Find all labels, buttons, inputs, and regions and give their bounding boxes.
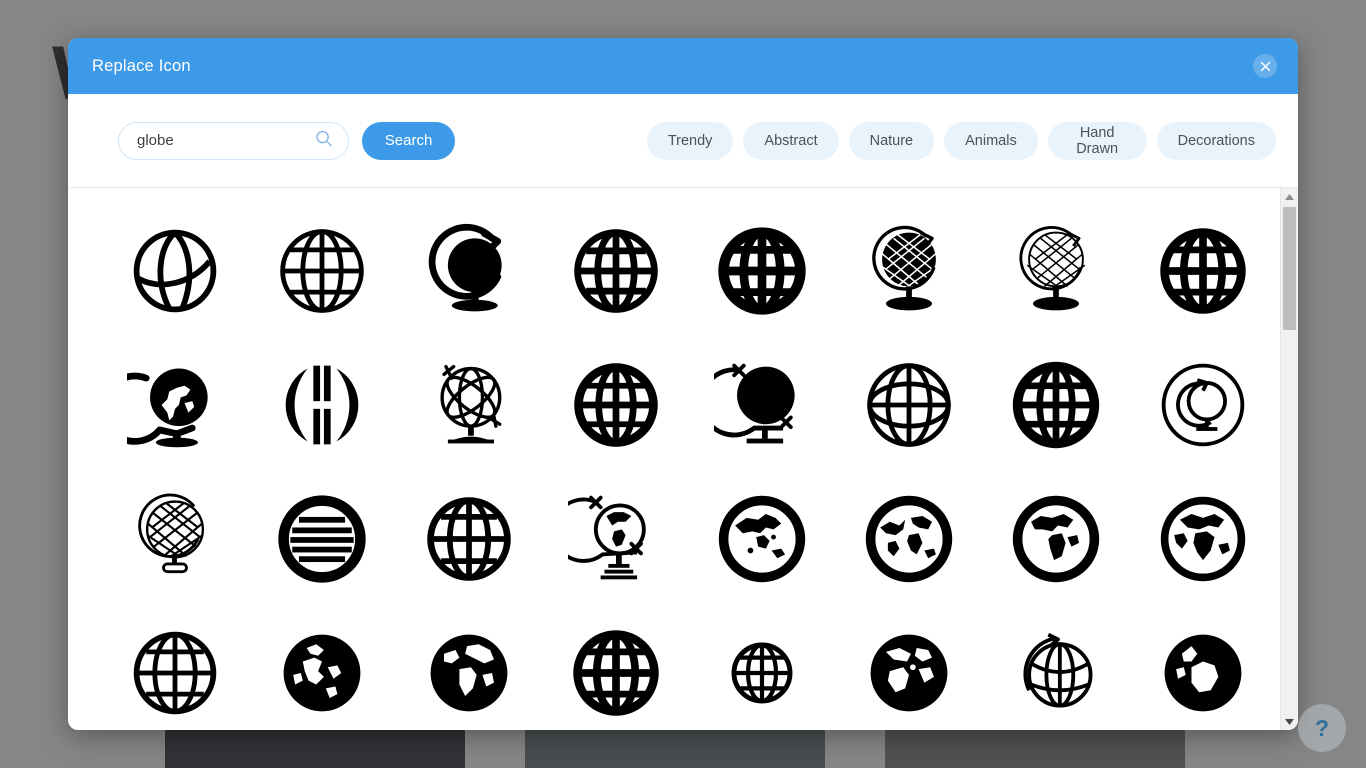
- icon-globe-stand-mesh-small[interactable]: [102, 472, 249, 606]
- help-button[interactable]: ?: [1298, 704, 1346, 752]
- modal-title: Replace Icon: [92, 56, 191, 75]
- icon-globe-world-americas-filled[interactable]: [836, 606, 983, 730]
- triangle-down-icon[interactable]: [1281, 713, 1298, 730]
- icon-globe-horizontal-stripes-circle[interactable]: [249, 472, 396, 606]
- search-field-wrapper: [118, 121, 350, 160]
- icon-globe-stand-americas-filled[interactable]: [102, 338, 249, 472]
- icon-globe-grid-oval[interactable]: [836, 338, 983, 472]
- icon-globe-grid-rounded-square[interactable]: [542, 338, 689, 472]
- icon-results-region: [68, 188, 1298, 730]
- scrollbar-track[interactable]: [1281, 205, 1298, 713]
- icon-globe-stand-filled[interactable]: [396, 204, 543, 338]
- icon-globe-grid-thin[interactable]: [249, 204, 396, 338]
- icon-globe-grid-dome-bold[interactable]: [542, 606, 689, 730]
- icon-globe-world-map-circle[interactable]: [836, 472, 983, 606]
- icon-grid-scrollbar[interactable]: [1280, 188, 1298, 730]
- icon-globe-world-dark-filled[interactable]: [1129, 606, 1276, 730]
- icon-globe-armillary-sphere[interactable]: [396, 338, 543, 472]
- triangle-up-icon[interactable]: [1281, 188, 1298, 205]
- icon-globe-stand-world-map[interactable]: [542, 472, 689, 606]
- icon-globe-stand-solid-ring[interactable]: [689, 338, 836, 472]
- icon-globe-stripes-filled[interactable]: [249, 338, 396, 472]
- close-icon[interactable]: [1253, 54, 1277, 78]
- category-chip-hand-drawn[interactable]: Hand Drawn: [1047, 121, 1147, 160]
- category-chip-list: Trendy Abstract Nature Animals Hand Draw…: [646, 121, 1276, 160]
- icon-globe-grid-dome-small[interactable]: [689, 606, 836, 730]
- scrollbar-thumb[interactable]: [1283, 207, 1296, 330]
- category-chip-nature[interactable]: Nature: [848, 121, 935, 160]
- icon-globe-sketch-outline[interactable]: [102, 204, 249, 338]
- icon-globe-arrow-orbit[interactable]: [983, 606, 1130, 730]
- icon-globe-grid-heavy[interactable]: [1129, 204, 1276, 338]
- modal-header: Replace Icon: [68, 38, 1298, 94]
- category-chip-abstract[interactable]: Abstract: [743, 121, 839, 160]
- icon-globe-grid-round[interactable]: [542, 204, 689, 338]
- icon-globe-grid-dome[interactable]: [102, 606, 249, 730]
- icon-globe-world-europe-filled[interactable]: [249, 606, 396, 730]
- icon-globe-grid-small-cells[interactable]: [983, 338, 1130, 472]
- icon-globe-world-americas-circle[interactable]: [983, 472, 1130, 606]
- icon-globe-stand-mesh-outline[interactable]: [983, 204, 1130, 338]
- icon-globe-stand-in-circle-outline[interactable]: [1129, 338, 1276, 472]
- icon-globe-world-africa-circle[interactable]: [1129, 472, 1276, 606]
- category-chip-animals[interactable]: Animals: [944, 121, 1038, 160]
- icon-globe-stand-mesh-filled[interactable]: [836, 204, 983, 338]
- category-chip-decorations[interactable]: Decorations: [1156, 121, 1276, 160]
- category-chip-trendy[interactable]: Trendy: [646, 121, 734, 160]
- search-input[interactable]: [118, 121, 350, 160]
- search-button[interactable]: Search: [362, 121, 455, 160]
- icon-globe-grid-thin-round[interactable]: [396, 472, 543, 606]
- replace-icon-modal: Replace Icon Search Trendy Abstract Natu…: [68, 38, 1298, 730]
- icon-grid: [68, 188, 1280, 730]
- icon-globe-world-africa-filled[interactable]: [396, 606, 543, 730]
- icon-globe-world-asia-circle[interactable]: [689, 472, 836, 606]
- icon-globe-grid-bold[interactable]: [689, 204, 836, 338]
- search-toolbar: Search Trendy Abstract Nature Animals Ha…: [68, 94, 1298, 188]
